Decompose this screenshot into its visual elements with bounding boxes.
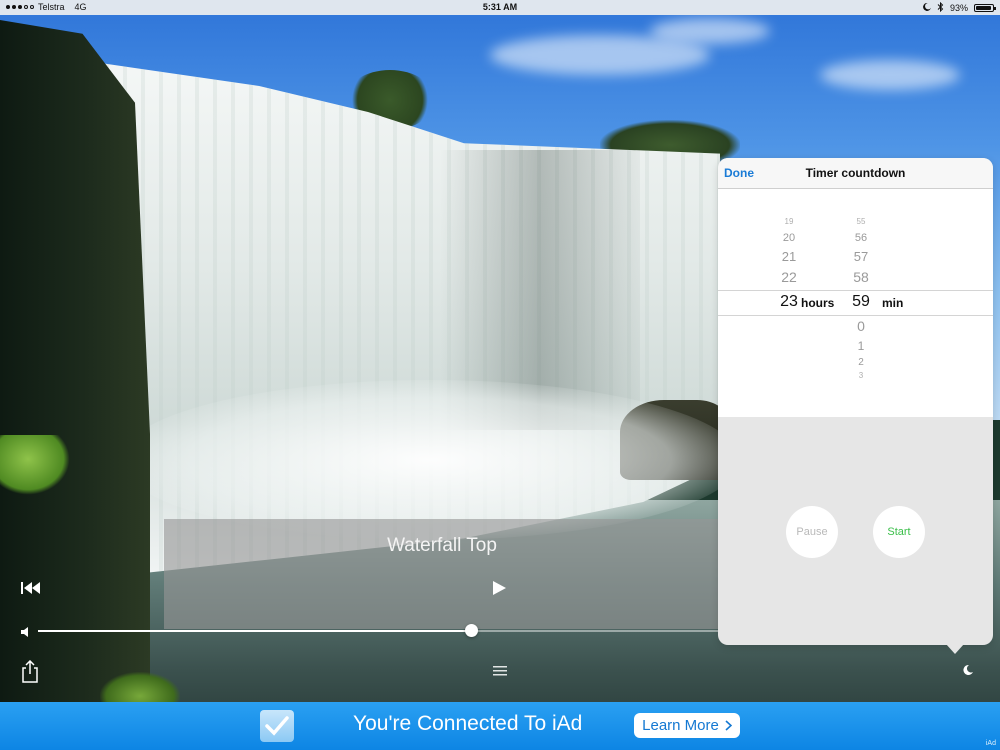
ad-text: You're Connected To iAd [353,712,583,735]
minutes-selected[interactable]: 59 [838,293,884,311]
play-button[interactable] [489,578,509,598]
moon-icon [923,2,931,13]
minutes-option[interactable]: 56 [838,232,884,244]
ad-banner[interactable]: You're Connected To iAd [0,702,1000,750]
video-title: Waterfall Top [387,535,497,556]
scrubber-handle[interactable] [464,624,478,637]
grass [100,672,180,702]
minutes-option[interactable]: 55 [838,217,884,226]
mist [120,380,740,540]
previous-icon [21,582,40,594]
sleep-timer-button[interactable] [962,663,974,675]
battery-icon [974,4,996,12]
hours-option[interactable]: 20 [766,232,812,244]
learn-more-label: Learn More [642,717,719,734]
cloud [650,18,770,44]
battery-percent: 93% [949,3,968,13]
previous-button[interactable] [20,580,42,596]
status-right: 93% [923,1,996,14]
minutes-option[interactable]: 2 [838,357,884,368]
status-time: 5:31 AM [482,2,518,12]
cliff [0,20,150,702]
moon-icon [963,664,973,675]
minutes-unit-label: min [882,296,904,310]
hours-option[interactable]: 21 [766,249,812,264]
minutes-option[interactable]: 58 [838,269,884,285]
minutes-option[interactable]: 0 [838,318,884,334]
hours-option[interactable]: 22 [766,269,812,285]
timer-popover: Done Timer countdown 19 20 21 22 23 hour… [718,158,993,645]
popover-header: Done Timer countdown [718,158,993,189]
popover-title: Timer countdown [805,166,906,180]
hours-unit-label: hours [801,296,835,310]
cloud [820,60,960,90]
status-bar: Telstra 4G 5:31 AM 93% [0,0,1000,15]
scrubber-track[interactable] [38,630,720,632]
iad-tag: iAd [985,740,996,747]
learn-more-button[interactable]: Learn More [634,713,740,738]
share-icon [22,659,38,683]
start-button[interactable]: Start [873,506,925,558]
minutes-option[interactable]: 3 [838,371,884,380]
minutes-option[interactable]: 57 [838,249,884,264]
checkmark-icon [260,710,294,742]
duration-picker[interactable]: 19 20 21 22 23 hours 55 56 57 58 59 0 1 … [718,189,993,417]
minutes-option[interactable]: 1 [838,339,884,353]
list-icon [493,666,507,676]
list-button[interactable] [490,664,510,678]
scrubber-progress [38,630,472,632]
play-icon [493,581,506,595]
popover-arrow [946,644,964,654]
volume-icon [20,625,32,637]
chevron-right-icon [725,720,732,731]
pause-button[interactable]: Pause [786,506,838,558]
hours-option[interactable]: 19 [766,217,812,226]
bluetooth-icon [937,1,944,14]
leaf [0,435,70,495]
share-button[interactable] [20,659,40,684]
